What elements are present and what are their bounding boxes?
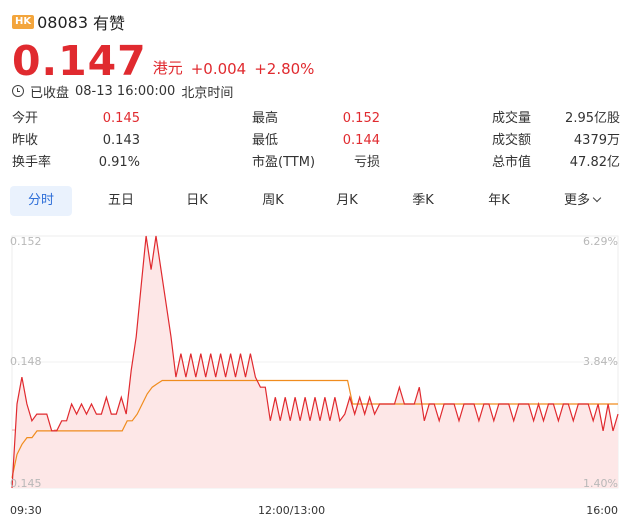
chart-period-tabs: 分时 五日 日K 周K 月K 季K 年K 更多	[10, 186, 622, 216]
x-tick-midday: 12:00/13:00	[258, 504, 326, 517]
chevron-down-icon	[592, 193, 602, 203]
stat-value: 亏损	[353, 155, 380, 170]
currency: 港元	[152, 59, 183, 77]
market-badge: HK	[12, 15, 35, 29]
y-tick-right: 3.84%	[583, 355, 618, 368]
clock-icon	[12, 85, 24, 97]
stat-value: 0.143	[102, 133, 140, 148]
tab-weekly-k[interactable]: 周K	[242, 186, 304, 216]
y-tick-left: 0.152	[10, 235, 42, 248]
tab-yearly-k[interactable]: 年K	[468, 186, 530, 216]
stat-label: 最低	[252, 133, 279, 148]
stat-market-cap: 总市值 47.82亿	[492, 154, 620, 172]
tab-monthly-k[interactable]: 月K	[316, 186, 378, 216]
tab-five-day[interactable]: 五日	[90, 186, 152, 216]
stat-label: 今开	[12, 111, 39, 126]
stat-value: 0.145	[102, 111, 140, 126]
price-row: 0.147 港元 +0.004 +2.80%	[12, 38, 314, 82]
stat-pe-ttm: 市盈(TTM) 亏损	[252, 154, 380, 172]
x-tick-open: 09:30	[10, 504, 42, 517]
stat-high: 最高 0.152	[252, 110, 380, 128]
stat-value: 47.82亿	[569, 155, 620, 170]
intraday-chart[interactable]: 0.152 0.148 0.145 6.29% 3.84% 1.40% 09:3…	[0, 222, 632, 522]
tab-more-label: 更多	[563, 193, 590, 208]
stock-name: 有赞	[93, 14, 126, 33]
tab-daily-k[interactable]: 日K	[166, 186, 228, 216]
stat-value: 4379万	[573, 133, 620, 148]
tab-quarterly-k[interactable]: 季K	[392, 186, 454, 216]
stat-value: 0.144	[342, 133, 380, 148]
price-change-percent: +2.80%	[254, 60, 315, 78]
stat-label: 换手率	[12, 155, 52, 170]
stat-turnover-rate: 换手率 0.91%	[12, 154, 140, 172]
y-tick-left: 0.148	[10, 355, 42, 368]
stat-label: 最高	[252, 111, 279, 126]
tab-more[interactable]: 更多	[550, 186, 614, 216]
current-price: 0.147	[12, 37, 147, 85]
stat-label: 总市值	[492, 155, 532, 170]
tab-intraday[interactable]: 分时	[10, 186, 72, 216]
stat-turnover: 成交额 4379万	[492, 132, 620, 150]
stat-label: 成交量	[492, 111, 532, 126]
intraday-chart-svg	[11, 235, 619, 489]
stat-value: 0.152	[342, 111, 380, 126]
stat-label: 市盈(TTM)	[252, 155, 316, 170]
stat-low: 最低 0.144	[252, 132, 380, 150]
stat-value: 2.95亿股	[565, 111, 620, 126]
price-change: +0.004	[190, 60, 247, 78]
status-timezone: 北京时间	[181, 85, 234, 101]
y-tick-left: 0.145	[10, 477, 42, 490]
stock-header: HK 08083 有赞	[12, 12, 126, 33]
y-tick-right: 6.29%	[583, 235, 618, 248]
y-tick-right: 1.40%	[583, 477, 618, 490]
market-status: 已收盘 08-13 16:00:00 北京时间	[12, 82, 239, 101]
status-datetime: 08-13 16:00:00	[75, 83, 176, 99]
stat-prev-close: 昨收 0.143	[12, 132, 140, 150]
stat-value: 0.91%	[98, 155, 140, 170]
stat-volume: 成交量 2.95亿股	[492, 110, 620, 128]
x-tick-close: 16:00	[586, 504, 618, 517]
stat-label: 成交额	[492, 133, 532, 148]
stat-open: 今开 0.145	[12, 110, 140, 128]
stock-code: 08083	[37, 12, 89, 32]
status-text: 已收盘	[30, 85, 70, 101]
stat-label: 昨收	[12, 133, 39, 148]
